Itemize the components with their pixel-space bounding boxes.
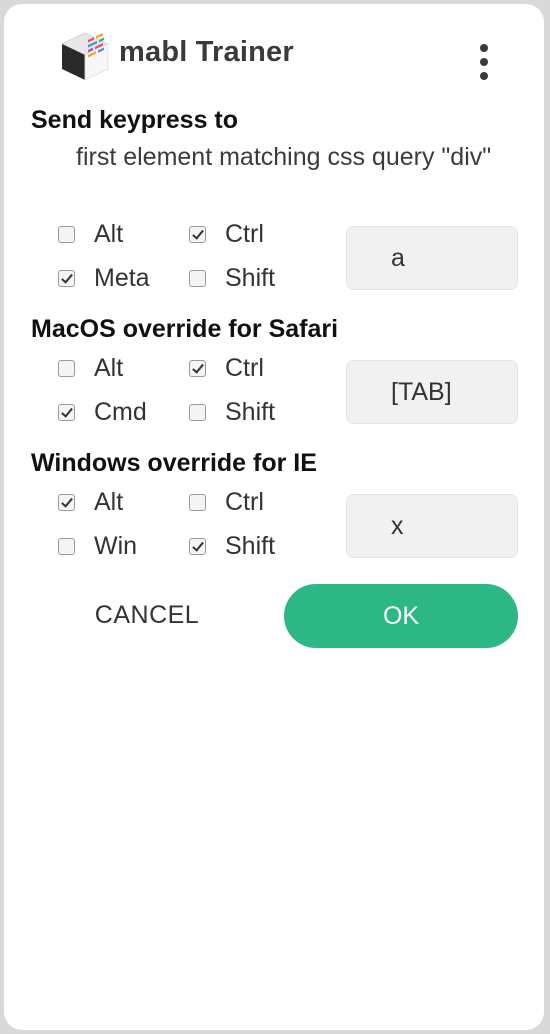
- checkbox-label: Alt: [94, 487, 124, 516]
- checkbox-unchecked-icon[interactable]: [58, 225, 75, 243]
- checkbox-unchecked-icon[interactable]: [58, 359, 75, 377]
- checkbox-checked-icon[interactable]: [58, 403, 75, 421]
- checkbox-checked-icon[interactable]: [58, 493, 75, 511]
- send-key-input[interactable]: [346, 226, 518, 290]
- win-alt-checkbox[interactable]: Alt: [58, 486, 123, 518]
- cancel-button[interactable]: CANCEL: [68, 584, 226, 646]
- trainer-panel: mabl Trainer Send keypress to first elem…: [4, 4, 544, 1030]
- checkbox-label: Ctrl: [225, 487, 264, 516]
- header: mabl Trainer: [4, 4, 544, 100]
- checkbox-label: Shift: [225, 531, 276, 560]
- checkbox-checked-icon[interactable]: [189, 225, 206, 243]
- checkbox-label: Win: [94, 531, 138, 560]
- checkbox-checked-icon[interactable]: [189, 359, 206, 377]
- checkbox-unchecked-icon[interactable]: [189, 269, 206, 287]
- win-key-input[interactable]: [346, 494, 518, 558]
- mabl-logo-icon: [61, 32, 109, 81]
- target-description: first element matching css query "div": [76, 143, 492, 171]
- macos-override-title: MacOS override for Safari: [31, 315, 339, 343]
- send-keypress-title: Send keypress to: [31, 106, 239, 134]
- checkbox-label: Alt: [94, 219, 124, 248]
- checkbox-checked-icon[interactable]: [189, 537, 206, 555]
- send-ctrl-checkbox[interactable]: Ctrl: [189, 218, 264, 250]
- checkbox-checked-icon[interactable]: [58, 269, 75, 287]
- checkbox-label: Ctrl: [225, 219, 264, 248]
- send-shift-checkbox[interactable]: Shift: [189, 262, 275, 294]
- checkbox-label: Ctrl: [225, 353, 264, 382]
- send-meta-checkbox[interactable]: Meta: [58, 262, 150, 294]
- mac-key-input[interactable]: [346, 360, 518, 424]
- ok-button[interactable]: OK: [284, 584, 518, 648]
- mac-shift-checkbox[interactable]: Shift: [189, 396, 275, 428]
- checkbox-unchecked-icon[interactable]: [189, 493, 206, 511]
- windows-override-title: Windows override for IE: [31, 449, 317, 477]
- checkbox-label: Shift: [225, 397, 276, 426]
- checkbox-unchecked-icon[interactable]: [189, 403, 206, 421]
- mac-alt-checkbox[interactable]: Alt: [58, 352, 123, 384]
- app-title: mabl Trainer: [119, 36, 294, 68]
- checkbox-label: Shift: [225, 263, 276, 292]
- checkbox-unchecked-icon[interactable]: [58, 537, 75, 555]
- checkbox-label: Cmd: [94, 397, 147, 426]
- win-shift-checkbox[interactable]: Shift: [189, 530, 275, 562]
- checkbox-label: Meta: [94, 263, 150, 292]
- mac-cmd-checkbox[interactable]: Cmd: [58, 396, 147, 428]
- more-vertical-icon[interactable]: [470, 42, 500, 82]
- mac-ctrl-checkbox[interactable]: Ctrl: [189, 352, 264, 384]
- checkbox-label: Alt: [94, 353, 124, 382]
- win-ctrl-checkbox[interactable]: Ctrl: [189, 486, 264, 518]
- send-alt-checkbox[interactable]: Alt: [58, 218, 123, 250]
- win-win-checkbox[interactable]: Win: [58, 530, 137, 562]
